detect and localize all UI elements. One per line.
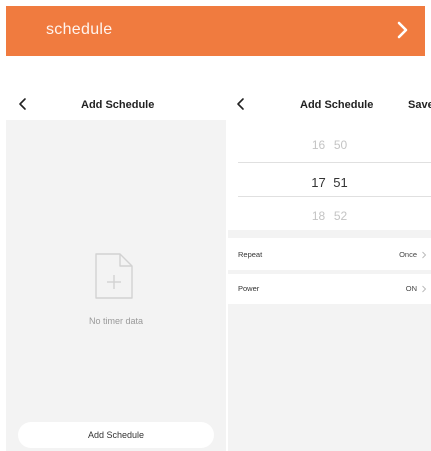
repeat-row[interactable]: Repeat Once xyxy=(228,240,431,270)
section-gap xyxy=(228,230,431,238)
screen2-header: Add Schedule Save xyxy=(228,88,431,120)
page-title: Add Schedule xyxy=(300,99,374,111)
back-arrow-icon[interactable] xyxy=(234,96,248,112)
picker-minute[interactable]: 50 xyxy=(330,138,352,152)
chevron-right-icon[interactable] xyxy=(389,15,417,45)
picker-minute[interactable]: 51 xyxy=(330,175,352,190)
save-button[interactable]: Save xyxy=(408,99,431,111)
repeat-value: Once xyxy=(399,250,417,259)
schedule-banner[interactable]: schedule xyxy=(6,6,425,56)
repeat-label: Repeat xyxy=(238,250,263,259)
screen1-header: Add Schedule xyxy=(6,88,226,120)
picker-divider xyxy=(238,196,431,197)
picker-row-below[interactable]: 18 52 xyxy=(228,209,431,223)
add-schedule-button[interactable]: Add Schedule xyxy=(18,422,214,448)
picker-divider xyxy=(238,162,431,163)
power-row[interactable]: Power ON xyxy=(228,274,431,304)
power-value: ON xyxy=(405,284,417,293)
picker-hour[interactable]: 16 xyxy=(308,138,330,152)
add-schedule-form-screen: Add Schedule Save 16 50 17 51 18 52 Repeat … xyxy=(228,88,431,451)
chevron-right-icon xyxy=(422,251,427,259)
chevron-right-icon xyxy=(422,285,427,293)
picker-hour[interactable]: 18 xyxy=(308,209,330,223)
back-arrow-icon[interactable] xyxy=(16,96,30,112)
banner-title: schedule xyxy=(46,21,113,38)
empty-file-plus-icon xyxy=(95,253,133,299)
form-background xyxy=(228,304,431,451)
picker-row-above[interactable]: 16 50 xyxy=(228,138,431,152)
add-schedule-empty-screen: Add Schedule No timer data Add Schedule xyxy=(6,88,226,451)
picker-hour[interactable]: 17 xyxy=(308,175,330,190)
empty-state-area: No timer data Add Schedule xyxy=(6,120,226,451)
empty-state-text: No timer data xyxy=(88,316,144,326)
picker-minute[interactable]: 52 xyxy=(330,209,352,223)
power-label: Power xyxy=(238,284,260,293)
picker-row-selected[interactable]: 17 51 xyxy=(228,175,431,190)
page-title: Add Schedule xyxy=(81,99,155,111)
time-picker[interactable]: 16 50 17 51 18 52 xyxy=(228,120,431,230)
